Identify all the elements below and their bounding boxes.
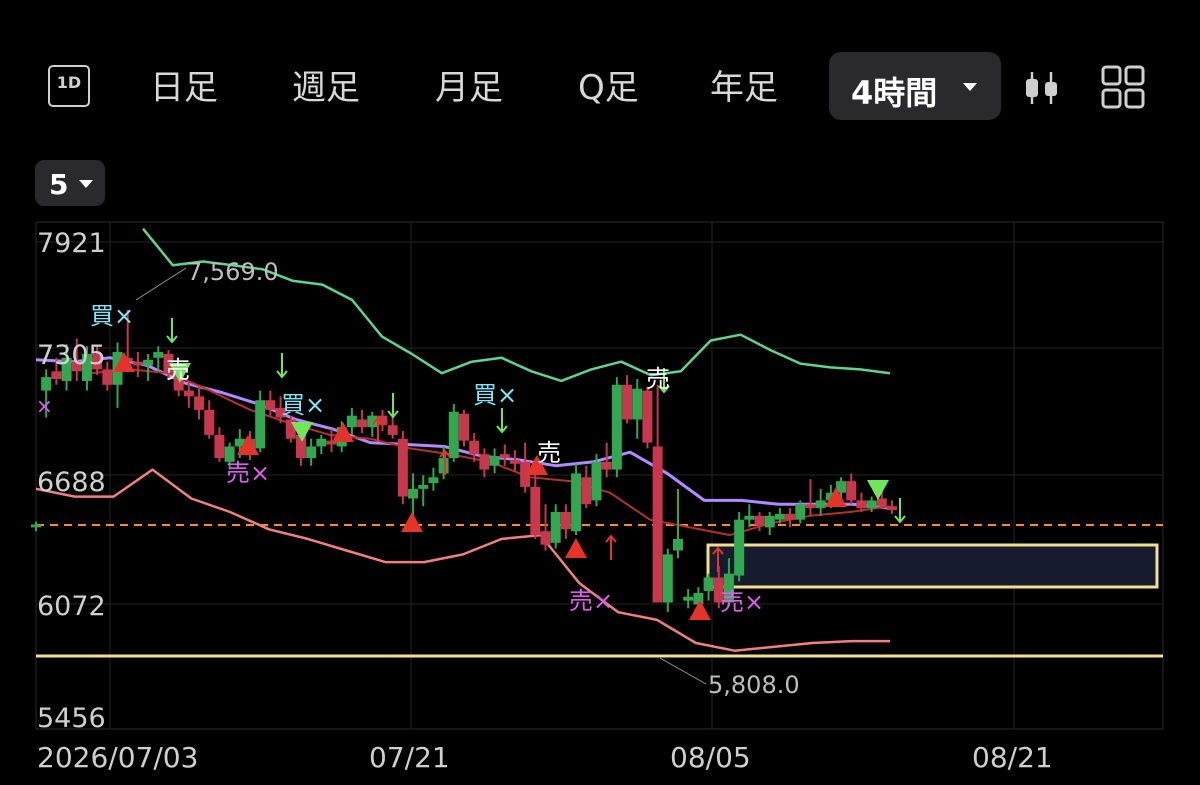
candle-body [591,461,602,501]
candle-body [265,400,276,410]
candle-body [703,577,714,591]
y-tick-label: 5456 [37,703,106,734]
candle-body [601,461,612,470]
candle-body [489,456,500,466]
candle-body [397,438,408,497]
candle-body [448,411,459,459]
y-tick-label: 6072 [37,591,106,622]
y-tick-label: 7921 [37,228,106,259]
candle-body [132,361,143,366]
x-tick-label: 2026/07/03 [37,741,198,774]
upper-band-line [142,227,891,383]
candle-body [866,500,877,509]
candle-body [571,473,582,532]
candle-body [693,592,704,605]
sell-signal-label: 売× [569,587,613,615]
candle-body [540,531,551,545]
candle-body [438,458,449,474]
highlight-zone [706,543,1159,589]
y-tick-label: 7305 [37,340,106,371]
candle-body [428,477,439,484]
candle-body [316,438,327,447]
candle-body [214,434,225,459]
candle-body [734,519,745,576]
candle-body [560,511,571,530]
candle-body [754,515,765,526]
candle-body [642,390,653,443]
candle-body [530,486,541,536]
candle-body [459,413,469,441]
sell-signal-label: 売× [720,588,764,616]
x-tick-label: 08/21 [972,741,1053,774]
candle-body [550,511,561,543]
price-chart[interactable]: 7,569.05,808.0買×買× 買×売×売× 売×売売売× 792173056… [0,0,1200,785]
candle-body [622,384,633,420]
candle-body [815,500,826,509]
sell-plain-label: 売 [646,365,670,393]
candle-body [204,409,215,435]
candle-body [887,506,897,511]
candle-body [581,477,592,505]
sell-plain-label: 売 [166,356,190,384]
candle-body [509,459,520,464]
candle-body [51,371,62,380]
cross-mark-icon: × [36,394,53,418]
candle-body [41,377,52,391]
candle-body [805,504,816,509]
low-price-label: 5,808.0 [708,671,800,699]
candle-body [387,425,398,435]
candle-body [673,538,683,551]
candle-body [183,390,194,397]
candle-body [785,513,796,520]
candle-body [611,384,622,470]
candle-body [774,513,785,520]
candle-body [306,446,317,459]
candle-body [418,484,429,489]
buy-signal-label: 買× [473,381,517,409]
candle-body [102,369,113,385]
candle-body [194,396,205,410]
candle-body [764,515,775,528]
buy-triangle-marker [867,480,889,500]
candle-body [499,454,510,459]
high-callout-leader [135,267,187,301]
candle-body [856,500,867,509]
candle-body [744,515,755,520]
y-tick-label: 6688 [37,467,106,498]
candle-body [31,524,41,528]
high-price-label: 7,569.0 [187,258,279,286]
sell-triangle-marker [689,600,711,620]
candle-body [632,388,643,420]
low-callout-leader [659,657,707,685]
candle-body [652,446,663,603]
sell-signal-label: 売× [226,459,270,487]
x-tick-label: 08/05 [670,741,751,774]
buy-signal-label: 買× [90,302,134,330]
candle-body [469,440,480,455]
candle-body [662,554,673,603]
candle-body [846,481,857,501]
sell-triangle-marker [401,512,423,532]
candle-body [795,504,806,520]
candle-body [346,415,357,428]
candle-body [683,596,694,601]
candle-body [876,498,887,507]
candle-body [143,359,154,366]
candle-body [153,352,164,358]
candle-body [357,419,368,428]
candle-body [255,400,266,449]
candle-body [479,454,490,470]
x-tick-label: 07/21 [369,741,450,774]
candle-body [408,488,419,499]
sell-triangle-marker [565,538,587,558]
sell-plain-label: 売 [537,439,561,467]
buy-signal-label: 買× [281,391,325,419]
